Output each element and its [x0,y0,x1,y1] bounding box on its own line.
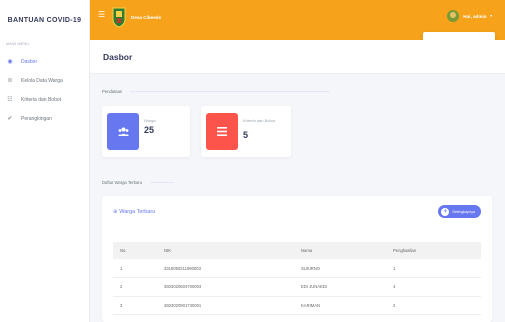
table-header-row: No. NIK Nama Penghasilan [113,242,481,259]
village-logo [112,7,126,28]
sidebar-item-label: Dasbor [21,58,38,65]
brand-title[interactable]: BANTUAN COVID-19 [0,0,89,40]
cell-nama: KARIMAN [294,296,386,315]
cell-no: 2 [113,277,157,297]
sidebar-item-dasbor[interactable]: ◉ Dasbor [0,52,89,71]
column-header: No. [113,242,157,259]
cell-no: 1 [113,259,157,278]
stat-value: 25 [144,125,155,135]
avatar [447,10,460,22]
sidebar-item-kriteria-dan-bobot[interactable]: ☷ Kriteria dan Bobot [0,90,89,109]
cell-nama: EDI JUNAEDI [294,277,386,297]
sidebar: BANTUAN COVID-19 MAIN MENU ◉ Dasbor ⊜ Ke… [0,0,90,322]
stat-card-warga[interactable]: Warga 25 [102,106,190,157]
card-title: ⊕ Warga Terbaru [113,209,156,215]
page-title: Dasbor [90,40,505,74]
column-header: NIK [157,242,294,259]
latest-residents-card: ⊕ Warga Terbaru + Selengkapnya No. NIK N… [102,196,492,322]
divider [150,182,175,183]
cell-nama: SUKIRNO [294,259,386,278]
globe-icon: ⊕ [113,209,118,215]
dashboard-icon: ◉ [7,59,13,65]
stat-card-kriteria[interactable]: Kriteria dan Bobot 5 [201,106,291,157]
hamburger-menu-icon[interactable]: ☰ [98,10,105,19]
sidebar-item-label: Kelola Data Warga [21,77,63,84]
divider [130,91,331,92]
user-menu[interactable]: Hai, admin ▼ [447,10,493,22]
cell-penghasilan: 4 [386,277,481,297]
database-icon: ⊜ [7,78,13,84]
users-icon [107,113,139,150]
check-icon: ✔ [7,116,13,122]
column-header: Nama [294,242,386,259]
plus-icon: + [441,207,450,216]
view-all-button[interactable]: + Selengkapnya [438,205,481,218]
menu-header: MAIN MENU [6,42,30,46]
sidebar-item-kelola-data-warga[interactable]: ⊜ Kelola Data Warga [0,71,89,90]
cell-nik: 3603020901730001 [157,296,294,315]
stat-label: Warga [144,118,156,123]
sidebar-item-label: Perangkingan [21,115,52,122]
table-row: 2 3603020604700004 EDI JUNAEDI 4 [113,277,481,297]
sidebar-item-perangkingan[interactable]: ✔ Perangkingan [0,109,89,128]
table-row: 3 3603020901730001 KARIMAN 2 [113,296,481,315]
list-icon [206,113,238,150]
chevron-down-icon: ▼ [489,14,493,18]
list-icon: ☷ [7,97,13,103]
cell-penghasilan: 2 [386,296,481,315]
cell-penghasilan: 1 [386,259,481,278]
table-row: 1 3318050211990003 SUKIRNO 1 [113,259,481,278]
cell-nik: 3318050211990003 [157,259,294,278]
cell-no: 3 [113,296,157,315]
stat-value: 5 [243,130,249,140]
residents-table: No. NIK Nama Penghasilan 1 3318050211990… [113,242,481,315]
user-greeting: Hai, admin [463,13,487,19]
cell-nik: 3603020604700004 [157,277,294,297]
sidebar-item-label: Kriteria dan Bobot [21,96,62,103]
section-label-daftar-warga: Daftar Warga Terbaru [102,180,175,185]
stat-label: Kriteria dan Bobot [243,118,276,123]
village-name: Desa Cibeeds [131,15,162,20]
section-label-pendataan: Pendataan [102,89,331,94]
column-header: Penghasilan [386,242,481,259]
